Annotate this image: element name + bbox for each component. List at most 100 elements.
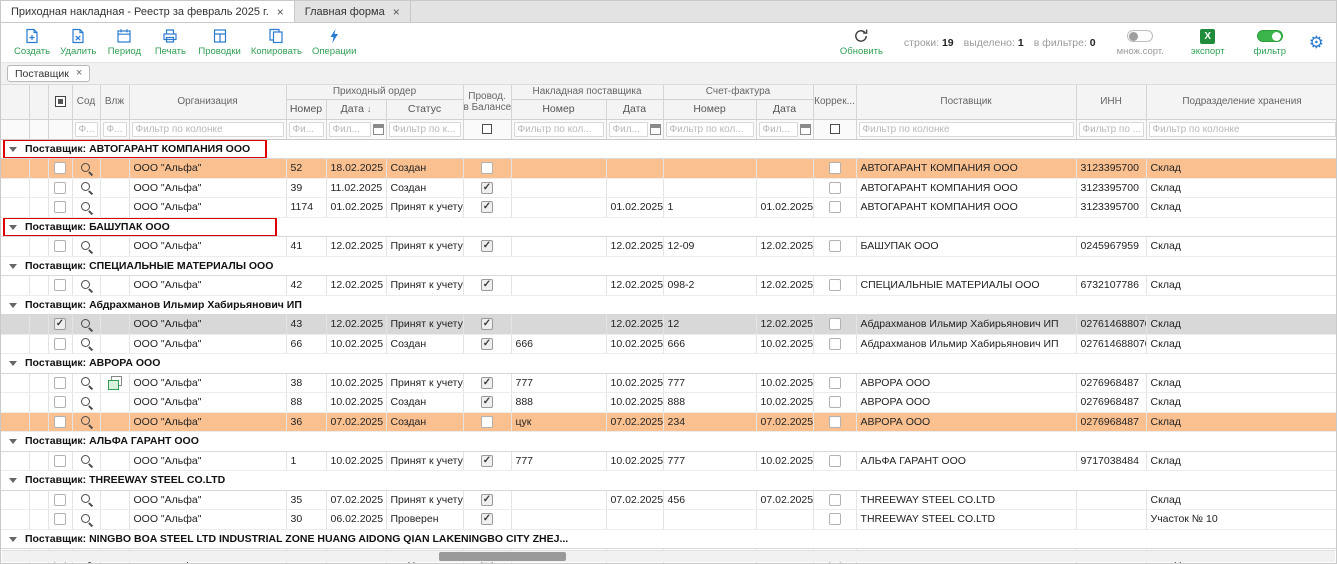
row-open-cell[interactable] — [72, 159, 100, 179]
group-cell[interactable]: Поставщик: АВРОРА ООО — [1, 354, 1337, 374]
horizontal-scrollbar[interactable] — [2, 550, 1335, 562]
vlzh-filter-input[interactable] — [103, 122, 127, 137]
header-korr[interactable]: Коррек... — [813, 85, 856, 119]
row-checkbox[interactable] — [54, 318, 66, 330]
row-checkbox[interactable] — [54, 396, 66, 408]
correction-checkbox[interactable] — [829, 279, 841, 291]
header-vlzh[interactable]: Влж — [100, 85, 129, 119]
balance-checkbox[interactable] — [481, 494, 493, 506]
row-select-cell[interactable] — [48, 373, 72, 393]
supplier-group-row[interactable]: Поставщик: БАШУПАК ООО — [1, 217, 1337, 237]
row-select-cell[interactable] — [48, 159, 72, 179]
balance-cell[interactable] — [463, 198, 511, 218]
row-checkbox[interactable] — [54, 455, 66, 467]
supplier-group-row[interactable]: Поставщик: Абдрахманов Ильмир Хабирьянов… — [1, 295, 1337, 315]
search-icon[interactable] — [80, 201, 93, 214]
correction-cell[interactable] — [813, 373, 856, 393]
row-checkbox[interactable] — [54, 162, 66, 174]
header-balance[interactable]: Провод. в Балансе — [463, 85, 511, 119]
header-invoice-date[interactable]: Дата — [606, 99, 663, 119]
balance-cell[interactable] — [463, 276, 511, 296]
status-filter-input[interactable] — [389, 122, 461, 137]
copy-button[interactable]: Копировать — [246, 24, 307, 62]
correction-checkbox[interactable] — [829, 201, 841, 213]
header-subdivision[interactable]: Подразделение хранения — [1146, 85, 1337, 119]
correction-cell[interactable] — [813, 490, 856, 510]
supplier-group-row[interactable]: Поставщик: АВТОГАРАНТ КОМПАНИЯ ООО — [1, 139, 1337, 159]
supplier-filter-chip[interactable]: Поставщик × — [7, 65, 90, 82]
balance-checkbox[interactable] — [481, 201, 493, 213]
row-checkbox[interactable] — [54, 338, 66, 350]
group-cell[interactable]: Поставщик: АЛЬФА ГАРАНТ ООО — [1, 432, 1337, 452]
order-date-filter-input[interactable] — [329, 122, 371, 137]
row-open-cell[interactable] — [72, 412, 100, 432]
period-button[interactable]: Период — [101, 24, 147, 62]
invoice-row[interactable]: ООО "Альфа"3006.02.2025ПроверенTHREEWAY … — [1, 510, 1337, 530]
search-icon[interactable] — [80, 318, 93, 331]
sod-filter-input[interactable] — [75, 122, 98, 137]
row-checkbox[interactable] — [54, 279, 66, 291]
supplier-group-row[interactable]: Поставщик: АЛЬФА ГАРАНТ ООО — [1, 432, 1337, 452]
collapse-arrow-icon[interactable] — [9, 225, 17, 230]
group-cell[interactable]: Поставщик: THREEWAY STEEL CO.LTD — [1, 471, 1337, 491]
row-select-cell[interactable] — [48, 393, 72, 413]
row-select-cell[interactable] — [48, 451, 72, 471]
inn-filter-input[interactable] — [1079, 122, 1144, 137]
invoice-row[interactable]: ООО "Альфа"6610.02.2025Создан66610.02.20… — [1, 334, 1337, 354]
group-cell[interactable]: Поставщик: СПЕЦИАЛЬНЫЕ МАТЕРИАЛЫ ООО — [1, 256, 1337, 276]
balance-checkbox[interactable] — [481, 377, 493, 389]
balance-cell[interactable] — [463, 315, 511, 335]
row-open-cell[interactable] — [72, 510, 100, 530]
row-open-cell[interactable] — [72, 178, 100, 198]
collapse-arrow-icon[interactable] — [9, 264, 17, 269]
search-icon[interactable] — [80, 162, 93, 175]
row-checkbox[interactable] — [54, 513, 66, 525]
collapse-arrow-icon[interactable] — [9, 147, 17, 152]
multisort-toggle[interactable] — [1127, 30, 1153, 42]
filter-toggle-button[interactable]: фильтр — [1247, 24, 1293, 62]
header-select-col[interactable] — [48, 85, 72, 119]
balance-checkbox[interactable] — [481, 396, 493, 408]
search-icon[interactable] — [80, 493, 93, 506]
balance-checkbox[interactable] — [481, 182, 493, 194]
row-open-cell[interactable] — [72, 276, 100, 296]
supplier-filter-input[interactable] — [859, 122, 1074, 137]
balance-checkbox[interactable] — [481, 416, 493, 428]
postings-button[interactable]: Проводки — [193, 24, 245, 62]
header-supplier[interactable]: Поставщик — [856, 85, 1076, 119]
delete-button[interactable]: Удалить — [55, 24, 101, 62]
row-checkbox[interactable] — [54, 201, 66, 213]
row-select-cell[interactable] — [48, 334, 72, 354]
correction-checkbox[interactable] — [829, 455, 841, 467]
balance-cell[interactable] — [463, 159, 511, 179]
row-open-cell[interactable] — [72, 315, 100, 335]
correction-cell[interactable] — [813, 334, 856, 354]
invoice-row[interactable]: ООО "Альфа"8810.02.2025Создан88810.02.20… — [1, 393, 1337, 413]
search-icon[interactable] — [80, 396, 93, 409]
correction-cell[interactable] — [813, 510, 856, 530]
invoice-date-filter-input[interactable] — [609, 122, 648, 137]
row-select-cell[interactable] — [48, 276, 72, 296]
correction-cell[interactable] — [813, 276, 856, 296]
row-open-cell[interactable] — [72, 334, 100, 354]
group-cell[interactable]: Поставщик: БАШУПАК ООО — [1, 217, 1337, 237]
calendar-icon[interactable] — [650, 124, 661, 135]
balance-checkbox[interactable] — [481, 279, 493, 291]
invoice-row[interactable]: ООО "Альфа"5218.02.2025СозданАВТОГАРАНТ … — [1, 159, 1337, 179]
search-icon[interactable] — [80, 513, 93, 526]
tab-close-icon[interactable]: × — [393, 6, 400, 18]
calendar-icon[interactable] — [373, 124, 384, 135]
correction-cell[interactable] — [813, 178, 856, 198]
invoice-row[interactable]: ООО "Альфа"3911.02.2025СозданАВТОГАРАНТ … — [1, 178, 1337, 198]
header-org[interactable]: Организация — [129, 85, 286, 119]
row-checkbox[interactable] — [54, 377, 66, 389]
invoice-row[interactable]: ООО "Альфа"4112.02.2025Принят к учету12.… — [1, 237, 1337, 257]
row-select-cell[interactable] — [48, 178, 72, 198]
search-icon[interactable] — [80, 240, 93, 253]
balance-cell[interactable] — [463, 178, 511, 198]
correction-checkbox[interactable] — [829, 162, 841, 174]
correction-cell[interactable] — [813, 412, 856, 432]
tab-close-icon[interactable]: × — [277, 6, 284, 18]
correction-checkbox[interactable] — [829, 513, 841, 525]
refresh-button[interactable]: Обновить — [835, 24, 888, 62]
